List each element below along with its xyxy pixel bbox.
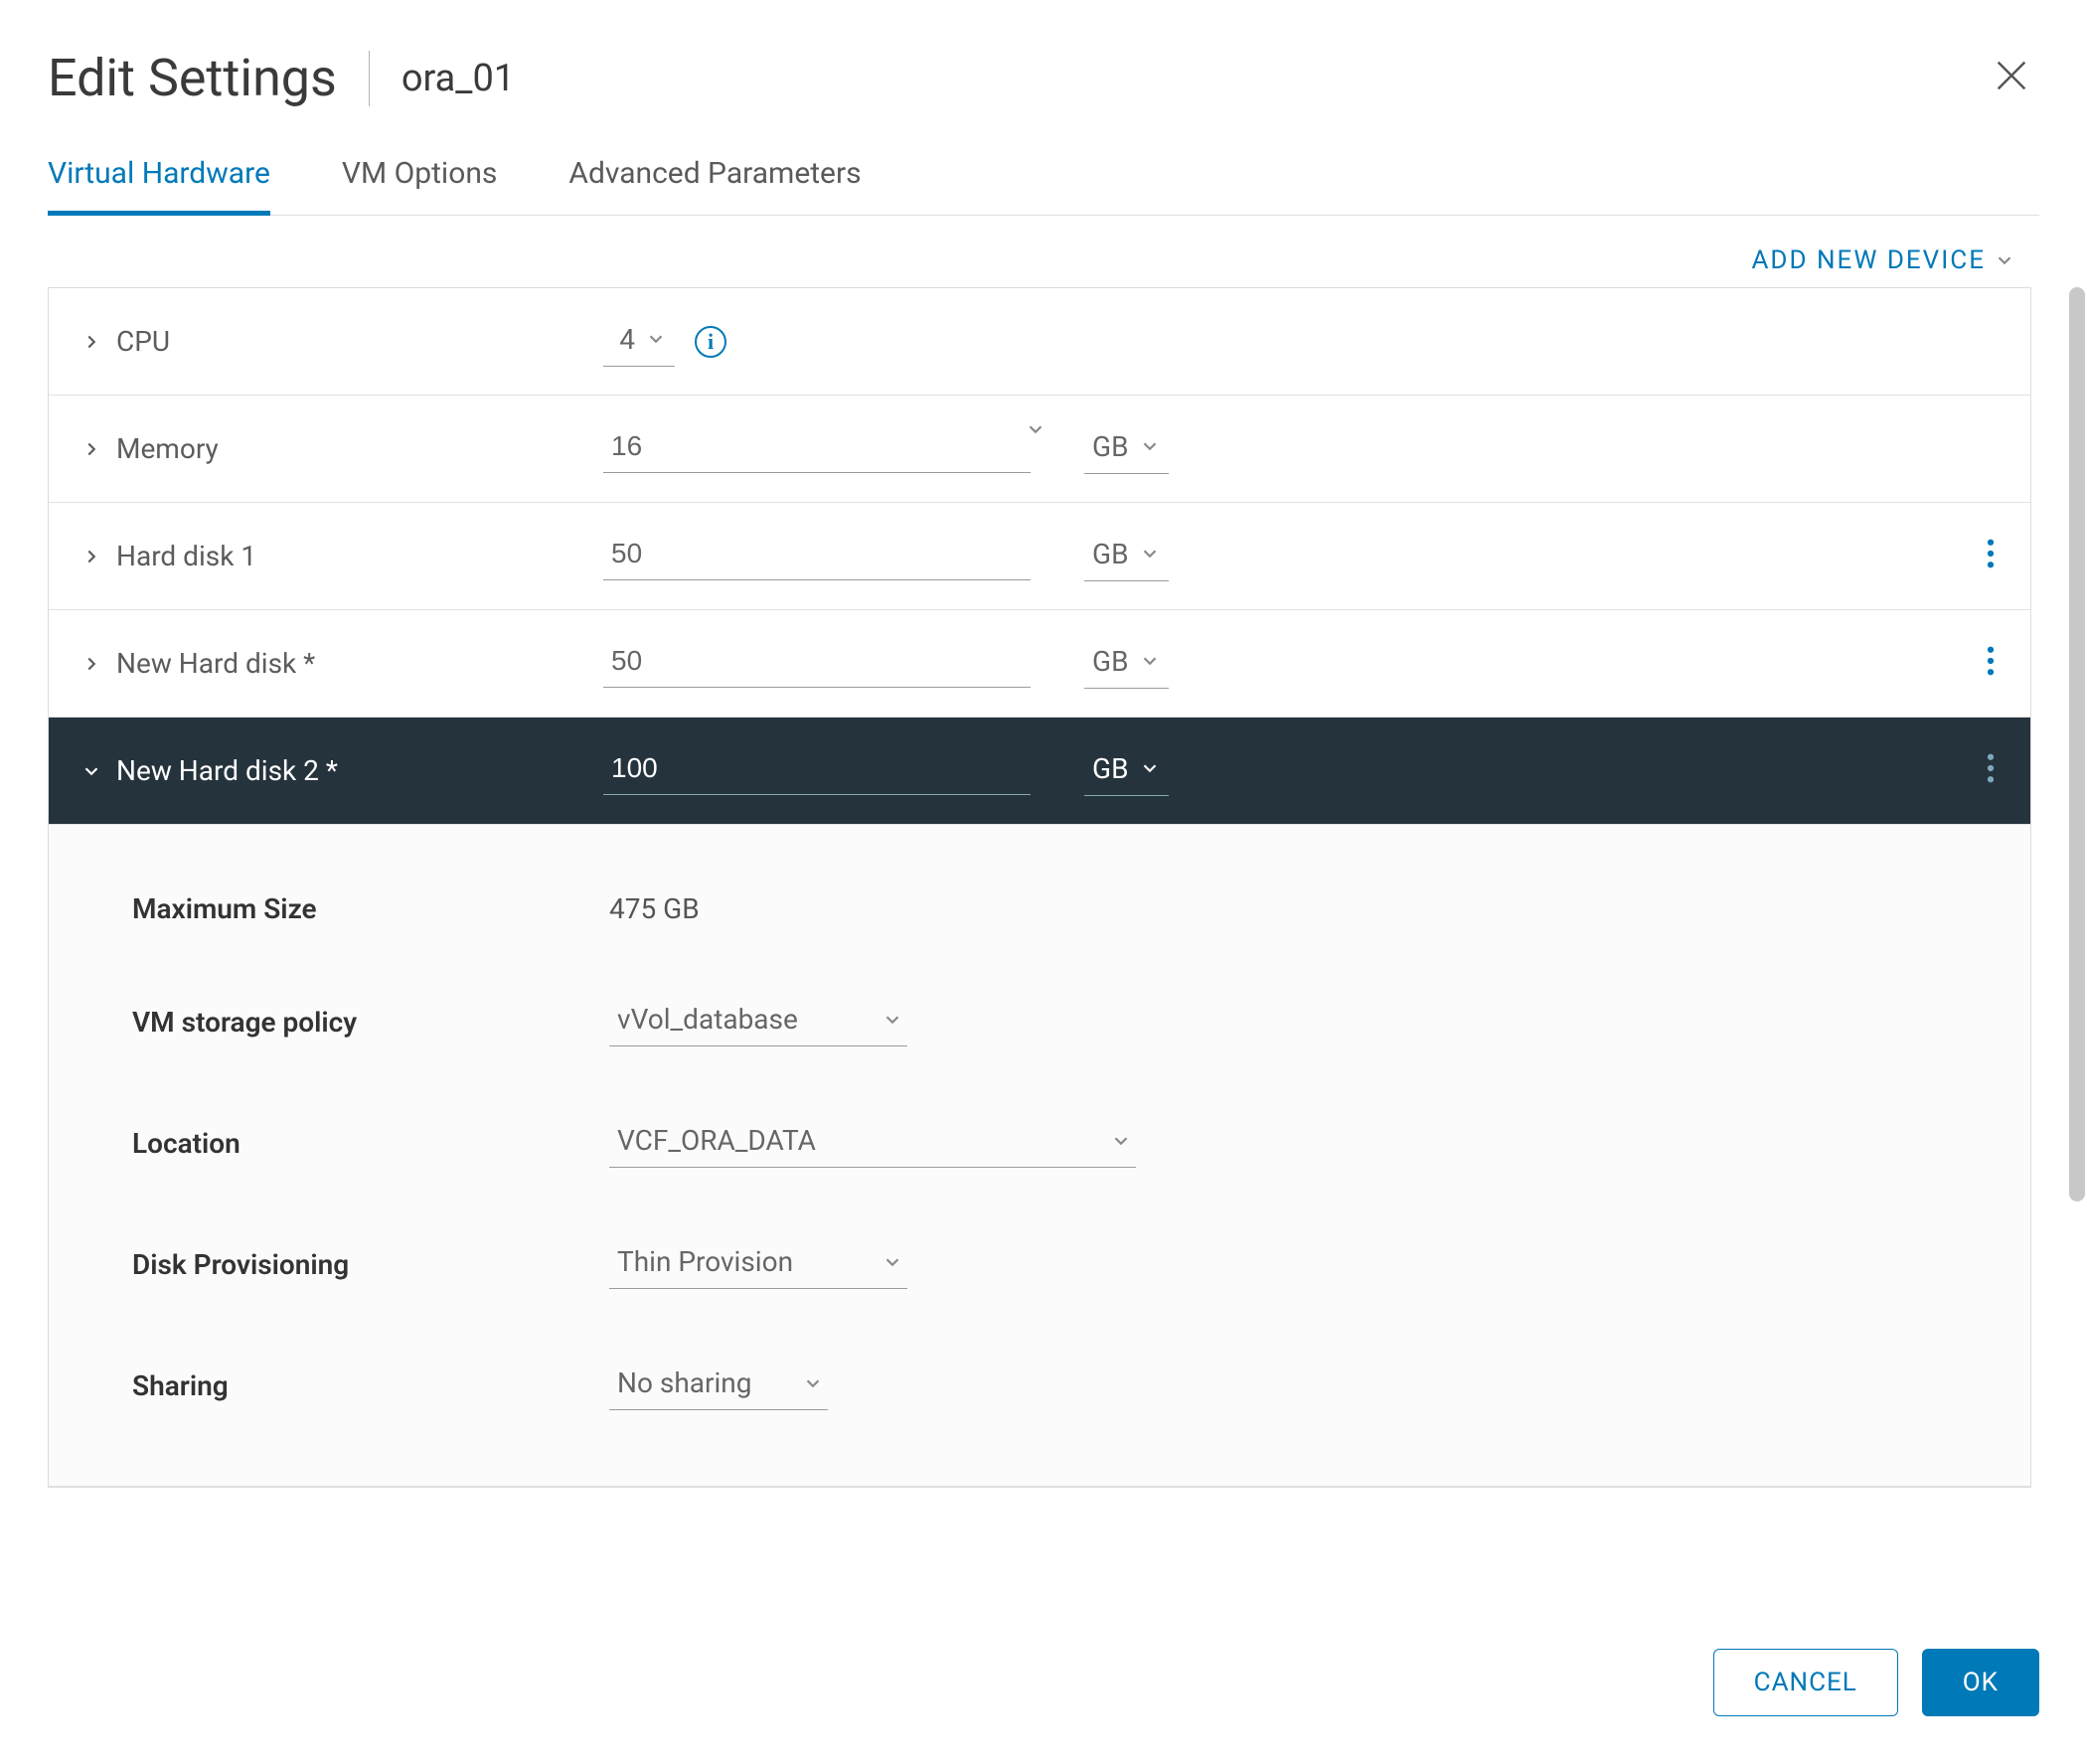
row-hard-disk-1: Hard disk 1 GB bbox=[49, 503, 2030, 610]
nhd2-size-input[interactable] bbox=[603, 746, 1031, 795]
memory-size-input[interactable] bbox=[603, 424, 1031, 473]
prop-storage-policy: VM storage policy vVol_database bbox=[77, 961, 2003, 1082]
nhd2-detail-panel: Maximum Size 475 GB VM storage policy vV… bbox=[49, 825, 2030, 1487]
max-size-value: 475 GB bbox=[609, 892, 700, 925]
row-new-hard-disk: New Hard disk * GB bbox=[49, 610, 2030, 718]
close-icon[interactable] bbox=[1992, 56, 2031, 101]
prop-location: Location VCF_ORA_DATA bbox=[77, 1082, 2003, 1203]
chevron-down-icon bbox=[1139, 650, 1161, 672]
dialog-header: Edit Settings ora_01 bbox=[0, 0, 2087, 132]
hd1-label: Hard disk 1 bbox=[116, 540, 256, 572]
prop-sharing: Sharing No sharing bbox=[77, 1325, 2003, 1446]
cancel-button[interactable]: CANCEL bbox=[1713, 1649, 1898, 1716]
hd1-actions-menu-icon[interactable] bbox=[1979, 531, 2003, 582]
sharing-select[interactable]: No sharing bbox=[609, 1361, 828, 1410]
nhd2-actions-menu-icon[interactable] bbox=[1979, 745, 2003, 797]
row-cpu: CPU 4 i bbox=[49, 288, 2030, 396]
sharing-label: Sharing bbox=[132, 1369, 609, 1402]
sharing-value: No sharing bbox=[617, 1366, 751, 1399]
nhd2-label: New Hard disk 2 * bbox=[116, 754, 338, 787]
memory-label: Memory bbox=[116, 432, 219, 465]
provisioning-select[interactable]: Thin Provision bbox=[609, 1239, 907, 1289]
expand-cpu-toggle[interactable] bbox=[77, 327, 106, 357]
chevron-down-icon bbox=[1139, 543, 1161, 564]
cpu-label: CPU bbox=[116, 325, 170, 358]
hd1-unit-select[interactable]: GB bbox=[1084, 532, 1169, 581]
nhd-unit-value: GB bbox=[1092, 645, 1129, 678]
expand-nhd-toggle[interactable] bbox=[77, 649, 106, 679]
chevron-down-icon bbox=[645, 328, 667, 350]
memory-unit-select[interactable]: GB bbox=[1084, 424, 1169, 474]
nhd2-unit-select[interactable]: GB bbox=[1084, 746, 1169, 796]
tabs: Virtual Hardware VM Options Advanced Par… bbox=[48, 132, 2039, 216]
title-divider bbox=[369, 51, 370, 106]
location-value: VCF_ORA_DATA bbox=[617, 1124, 816, 1157]
chevron-down-icon bbox=[1139, 757, 1161, 779]
location-label: Location bbox=[132, 1127, 609, 1160]
chevron-down-icon bbox=[1994, 249, 2015, 271]
tab-vm-options[interactable]: VM Options bbox=[342, 132, 498, 216]
ok-button[interactable]: OK bbox=[1922, 1649, 2039, 1716]
provisioning-label: Disk Provisioning bbox=[132, 1248, 609, 1281]
add-device-row: ADD NEW DEVICE bbox=[0, 216, 2087, 287]
tabs-container: Virtual Hardware VM Options Advanced Par… bbox=[0, 132, 2087, 216]
chevron-down-icon bbox=[882, 1009, 903, 1031]
add-new-device-button[interactable]: ADD NEW DEVICE bbox=[1751, 245, 2015, 275]
chevron-down-icon bbox=[802, 1372, 824, 1394]
dialog-subtitle: ora_01 bbox=[401, 57, 515, 100]
location-select[interactable]: VCF_ORA_DATA bbox=[609, 1118, 1136, 1168]
chevron-down-icon bbox=[882, 1251, 903, 1273]
expand-memory-toggle[interactable] bbox=[77, 434, 106, 464]
vertical-scrollbar[interactable] bbox=[2067, 287, 2087, 1601]
edit-settings-dialog: Edit Settings ora_01 Virtual Hardware VM… bbox=[0, 0, 2087, 1764]
nhd2-unit-value: GB bbox=[1092, 752, 1129, 785]
nhd-unit-select[interactable]: GB bbox=[1084, 639, 1169, 689]
info-icon[interactable]: i bbox=[695, 326, 726, 358]
hd1-size-input[interactable] bbox=[603, 532, 1031, 580]
tab-advanced-parameters[interactable]: Advanced Parameters bbox=[568, 132, 861, 216]
hd1-unit-value: GB bbox=[1092, 538, 1129, 570]
chevron-down-icon bbox=[1110, 1130, 1132, 1152]
hardware-table: CPU 4 i Memory bbox=[48, 287, 2031, 1488]
nhd-actions-menu-icon[interactable] bbox=[1979, 638, 2003, 690]
tab-virtual-hardware[interactable]: Virtual Hardware bbox=[48, 132, 270, 216]
hardware-content: CPU 4 i Memory bbox=[0, 287, 2067, 1601]
memory-unit-value: GB bbox=[1092, 430, 1129, 463]
chevron-down-icon[interactable] bbox=[1025, 418, 1046, 440]
content-scroll-area: CPU 4 i Memory bbox=[0, 287, 2087, 1601]
storage-policy-value: vVol_database bbox=[617, 1003, 798, 1036]
prop-max-size: Maximum Size 475 GB bbox=[77, 857, 2003, 961]
provisioning-value: Thin Provision bbox=[617, 1245, 793, 1278]
expand-hd1-toggle[interactable] bbox=[77, 542, 106, 571]
max-size-label: Maximum Size bbox=[132, 892, 609, 925]
nhd-label: New Hard disk * bbox=[116, 647, 315, 680]
storage-policy-label: VM storage policy bbox=[132, 1006, 609, 1039]
row-memory: Memory GB bbox=[49, 396, 2030, 503]
chevron-down-icon bbox=[1139, 435, 1161, 457]
add-device-label: ADD NEW DEVICE bbox=[1751, 245, 1986, 275]
cpu-count-value: 4 bbox=[619, 323, 635, 356]
row-new-hard-disk-2: New Hard disk 2 * GB bbox=[49, 718, 2030, 825]
collapse-nhd2-toggle[interactable] bbox=[77, 756, 106, 786]
dialog-footer: CANCEL OK bbox=[0, 1601, 2087, 1764]
prop-disk-provisioning: Disk Provisioning Thin Provision bbox=[77, 1203, 2003, 1325]
dialog-title: Edit Settings bbox=[48, 48, 337, 108]
nhd-size-input[interactable] bbox=[603, 639, 1031, 688]
scrollbar-thumb[interactable] bbox=[2069, 287, 2085, 1202]
storage-policy-select[interactable]: vVol_database bbox=[609, 997, 907, 1046]
cpu-count-select[interactable]: 4 bbox=[603, 317, 675, 367]
